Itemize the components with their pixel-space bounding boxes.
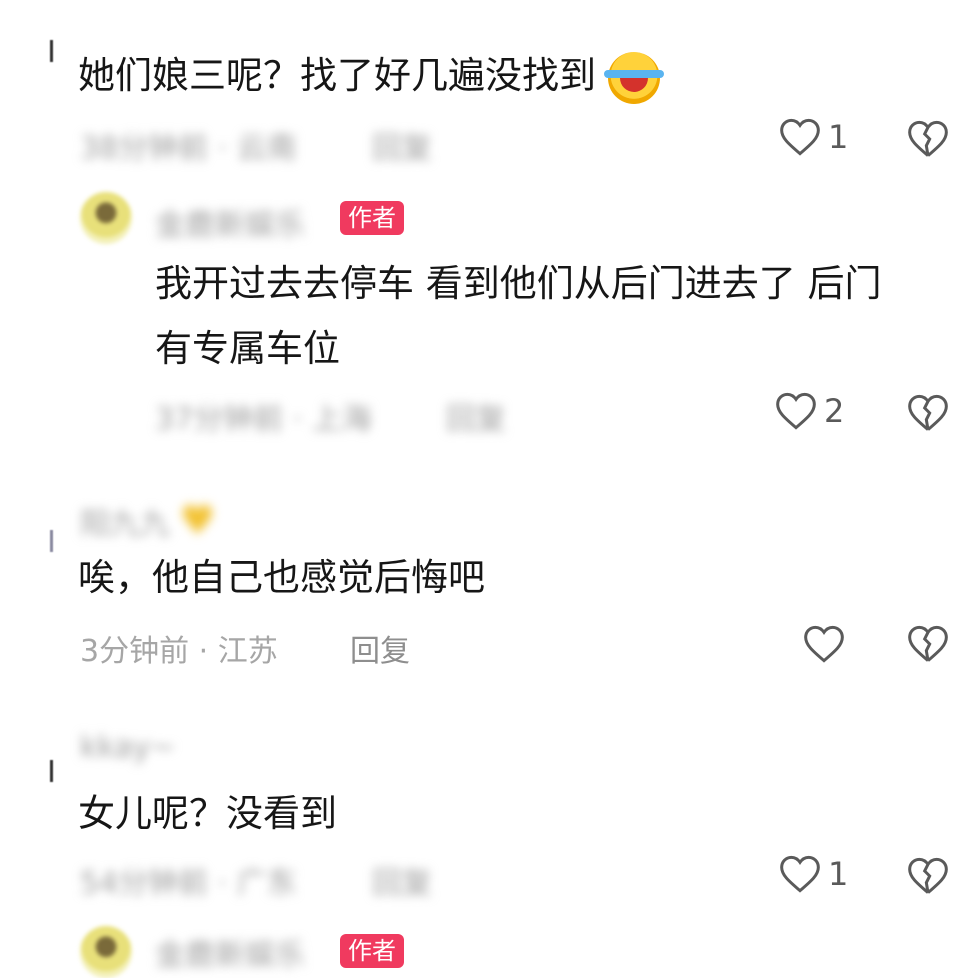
comment-text: 女儿呢？没看到	[78, 792, 337, 835]
like-count: 2	[824, 392, 845, 430]
comment-meta: 38分钟前 · 云南	[80, 131, 297, 166]
username[interactable]: 阳九九 ♥	[80, 498, 215, 544]
like-button[interactable]	[804, 625, 844, 663]
like-button[interactable]: 2	[776, 392, 844, 430]
dislike-button[interactable]	[908, 120, 948, 158]
reply-text-line: 有专属车位	[155, 327, 340, 370]
like-button[interactable]: 1	[780, 118, 848, 156]
gold-heart-icon: ♥	[179, 498, 216, 544]
heart-icon	[776, 392, 816, 430]
like-count: 1	[828, 855, 849, 893]
comment-text: 她们娘三呢？找了好几遍没找到	[78, 50, 664, 104]
username[interactable]: 金鹿新娱乐	[155, 930, 305, 974]
dislike-button[interactable]	[908, 857, 948, 895]
reply-button[interactable]: 回复	[372, 123, 432, 167]
broken-heart-icon	[908, 857, 948, 894]
reply-button[interactable]: 回复	[350, 626, 410, 670]
like-button[interactable]: 1	[780, 855, 848, 893]
reply-button[interactable]: 回复	[372, 858, 432, 902]
like-count: 1	[828, 118, 849, 156]
broken-heart-icon	[908, 120, 948, 157]
broken-heart-icon	[908, 625, 948, 662]
avatar[interactable]	[80, 926, 132, 978]
heart-icon	[780, 855, 820, 893]
avatar[interactable]	[80, 192, 132, 244]
reply-text-line: 我开过去去停车 看到他们从后门进去了 后门	[155, 262, 882, 305]
avatar-edge	[50, 40, 53, 62]
comment-meta: 54分钟前 · 广东	[80, 866, 297, 901]
comment-meta: 37分钟前 · 上海	[155, 402, 372, 437]
heart-icon	[780, 118, 820, 156]
username[interactable]: kkay~	[80, 730, 176, 765]
dislike-button[interactable]	[908, 625, 948, 663]
comment-text: 唉，他自己也感觉后悔吧	[78, 556, 485, 599]
author-badge: 作者	[340, 934, 404, 968]
avatar-edge	[50, 760, 53, 782]
author-badge: 作者	[340, 201, 404, 235]
crying-laughing-emoji-icon	[603, 51, 664, 104]
comment-meta: 3分钟前 · 江苏	[80, 634, 278, 669]
username[interactable]: 金鹿新娱乐	[155, 200, 305, 244]
avatar-edge	[50, 530, 53, 552]
reply-button[interactable]: 回复	[446, 394, 506, 438]
broken-heart-icon	[908, 394, 948, 431]
heart-icon	[804, 625, 844, 663]
dislike-button[interactable]	[908, 394, 948, 432]
